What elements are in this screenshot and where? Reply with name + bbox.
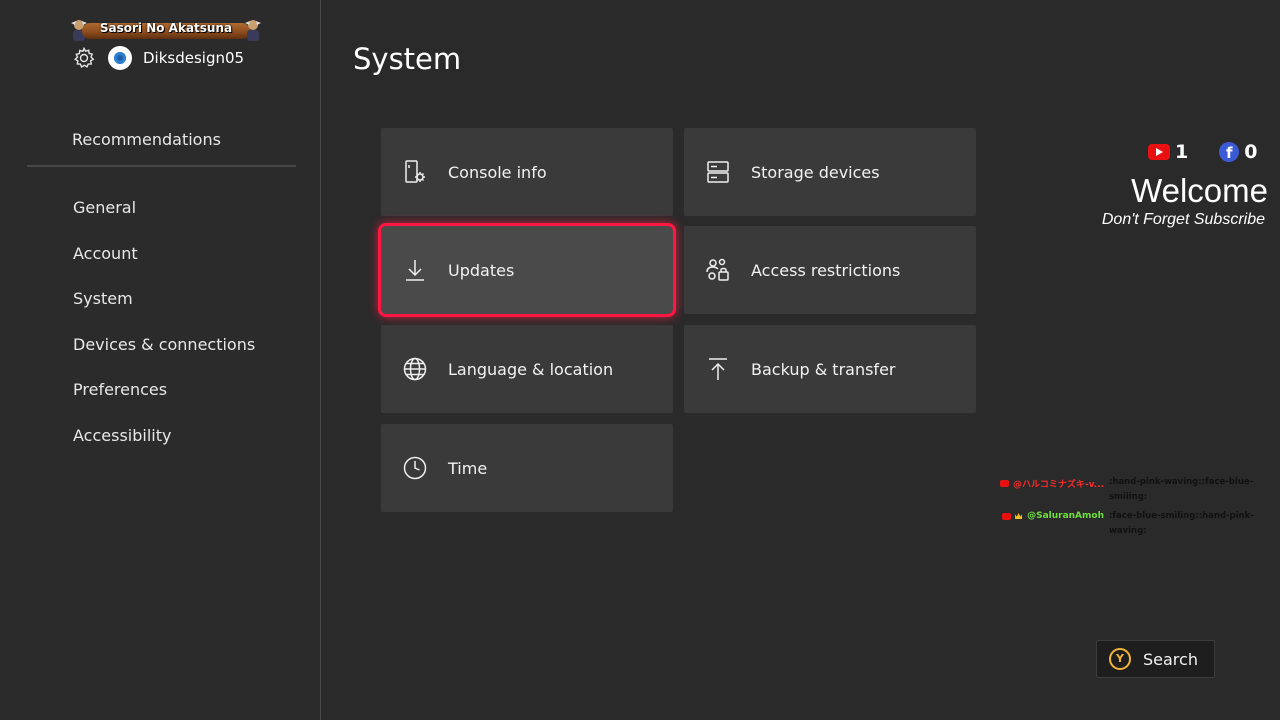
sidebar-item-recommendations[interactable]: Recommendations xyxy=(72,130,221,149)
subscribe-text: Don't Forget Subscribe xyxy=(1101,211,1265,228)
youtube-icon xyxy=(1148,144,1170,160)
sidebar-item-system[interactable]: System xyxy=(73,288,255,334)
sidebar-nav: General Account System Devices & connect… xyxy=(73,197,255,470)
page-title: System xyxy=(353,42,462,76)
sidebar-item-general[interactable]: General xyxy=(73,197,255,243)
tile-label: Backup & transfer xyxy=(751,359,896,379)
tile-updates[interactable]: Updates xyxy=(378,223,676,317)
facebook-count: 0 xyxy=(1244,141,1258,163)
social-counts: 1 f 0 xyxy=(1148,141,1257,163)
sidebar-divider xyxy=(27,165,296,167)
clock-icon xyxy=(403,456,427,480)
facebook-icon: f xyxy=(1219,142,1240,162)
youtube-icon xyxy=(1000,480,1010,487)
ninja-figure-icon xyxy=(245,20,261,41)
globe-icon xyxy=(403,357,427,381)
channel-banner: Sasori No Akatsuna xyxy=(68,18,264,44)
avatar[interactable] xyxy=(108,46,132,70)
chat-message: @SaluranAmoh :face-blue-smiling::hand-pi… xyxy=(987,509,1257,539)
chat-text: :hand-pink-waving::face-blue-smiling: xyxy=(1109,477,1254,502)
sidebar-item-devices-connections[interactable]: Devices & connections xyxy=(73,334,255,380)
gear-icon[interactable] xyxy=(72,46,96,70)
youtube-icon xyxy=(1002,512,1012,520)
storage-devices-icon xyxy=(707,161,729,183)
tile-storage-devices[interactable]: Storage devices xyxy=(684,128,976,216)
tile-time[interactable]: Time xyxy=(381,424,673,512)
tile-label: Time xyxy=(448,458,488,478)
tile-backup-transfer[interactable]: Backup & transfer xyxy=(684,325,976,413)
tile-label: Storage devices xyxy=(751,162,880,182)
download-icon xyxy=(406,260,424,281)
sidebar-item-accessibility[interactable]: Accessibility xyxy=(73,425,255,471)
upload-icon xyxy=(709,358,727,380)
tile-console-info[interactable]: Console info xyxy=(381,128,673,216)
crown-icon xyxy=(1015,513,1023,519)
tile-label: Updates xyxy=(448,260,515,280)
tile-label: Console info xyxy=(448,162,547,182)
console-info-icon xyxy=(405,160,425,183)
sidebar-item-account[interactable]: Account xyxy=(73,243,255,289)
access-restrictions-icon xyxy=(706,258,729,281)
sidebar: Sasori No Akatsuna Diksdesign05 Recommen… xyxy=(0,0,321,720)
youtube-count: 1 xyxy=(1175,141,1189,163)
sidebar-item-preferences[interactable]: Preferences xyxy=(73,379,255,425)
chat-overlay: @ハルコミナズキ-v... :hand-pink-waving::face-bl… xyxy=(987,475,1257,543)
chat-username: @SaluranAmoh xyxy=(1027,511,1104,521)
chat-text: :face-blue-smiling::hand-pink-waving: xyxy=(1109,511,1254,536)
y-button-icon: Y xyxy=(1109,648,1131,670)
welcome-text: Welcome xyxy=(1131,172,1268,209)
search-button[interactable]: Y Search xyxy=(1096,640,1215,678)
chat-message: @ハルコミナズキ-v... :hand-pink-waving::face-bl… xyxy=(987,475,1257,505)
search-label: Search xyxy=(1143,649,1198,669)
tile-language-location[interactable]: Language & location xyxy=(381,325,673,413)
gamertag[interactable]: Diksdesign05 xyxy=(143,49,244,67)
banner-text: Sasori No Akatsuna xyxy=(99,21,233,35)
chat-username: @ハルコミナズキ-v... xyxy=(1013,480,1104,490)
tile-label: Access restrictions xyxy=(751,260,901,280)
tile-access-restrictions[interactable]: Access restrictions xyxy=(684,226,976,314)
tile-label: Language & location xyxy=(448,359,614,379)
